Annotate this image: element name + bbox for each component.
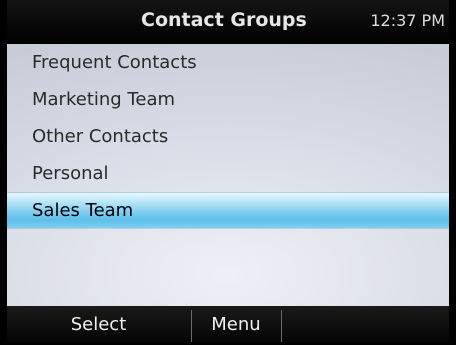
- list-item-other-contacts[interactable]: Other Contacts: [7, 118, 449, 155]
- screen-title: Contact Groups: [141, 9, 307, 31]
- phone-screen: Contact Groups 12:37 PM Frequent Contact…: [0, 0, 456, 345]
- contact-groups-list-area: Frequent Contacts Marketing Team Other C…: [7, 44, 449, 306]
- softkey-bar: Select Menu: [7, 306, 449, 342]
- list-item-sales-team[interactable]: Sales Team: [7, 193, 449, 228]
- clock: 12:37 PM: [370, 11, 445, 30]
- menu-softkey[interactable]: Menu: [192, 306, 280, 342]
- contact-groups-list: Frequent Contacts Marketing Team Other C…: [7, 44, 449, 228]
- list-item-frequent-contacts[interactable]: Frequent Contacts: [7, 44, 449, 81]
- select-softkey[interactable]: Select: [7, 306, 190, 342]
- list-item-personal[interactable]: Personal: [7, 155, 449, 192]
- list-item-marketing-team[interactable]: Marketing Team: [7, 81, 449, 118]
- right-softkey[interactable]: [282, 306, 449, 342]
- title-bar: Contact Groups 12:37 PM: [7, 0, 449, 44]
